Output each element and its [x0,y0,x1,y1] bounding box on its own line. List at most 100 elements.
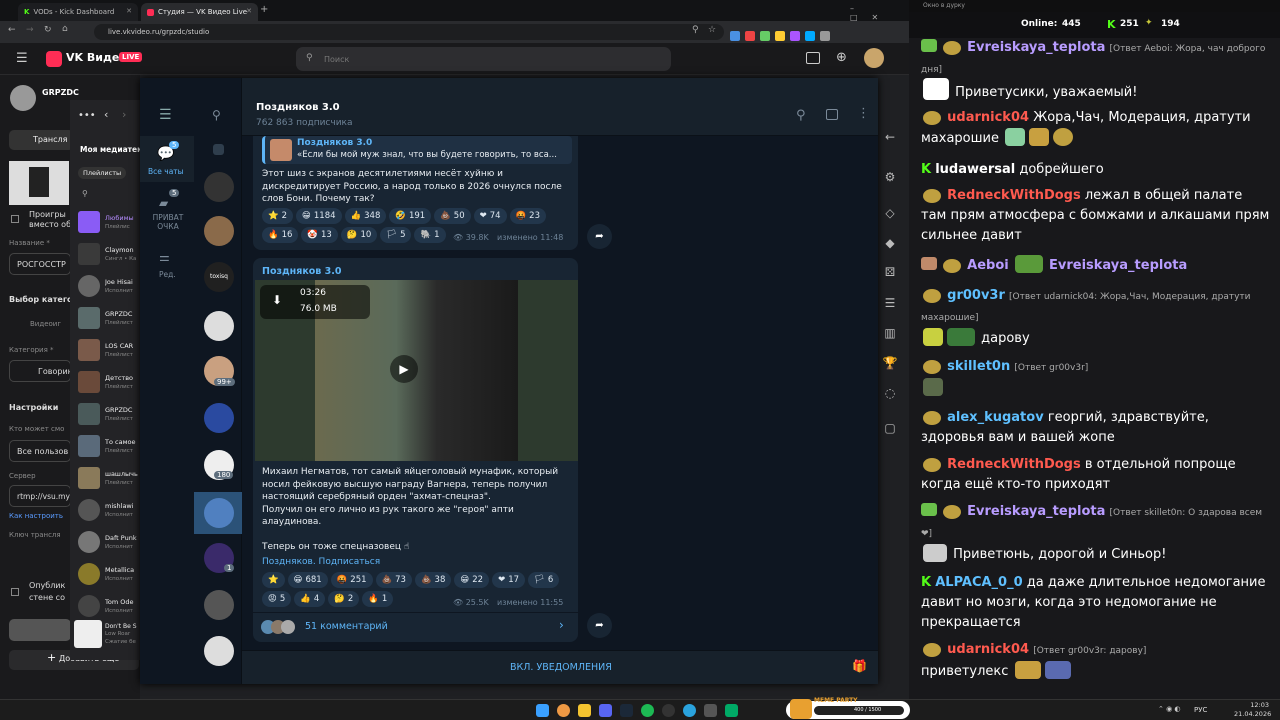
clock-date[interactable]: 21.04.2026 [1234,710,1271,718]
subscribe-link[interactable]: Поздняков. Подписаться [262,557,380,567]
now-playing[interactable]: Don't Be S Low Roar Сжатие бе [74,620,148,656]
reaction-chip[interactable]: 😁 681 [287,572,328,588]
spotify-icon[interactable] [641,704,654,717]
reaction-chip[interactable]: ⭐ [262,572,285,588]
reaction-chip[interactable]: 👍 4 [294,591,326,607]
reaction-chip[interactable]: 🤔 10 [340,227,378,243]
telegram-icon[interactable] [683,704,696,717]
reaction-chip[interactable]: 😡 5 [262,591,292,607]
archive-icon[interactable] [213,144,224,155]
forward-icon[interactable]: → [26,25,34,35]
list-item[interactable]: Joe Hisai Исполнит [78,275,148,303]
obs-icon[interactable] [662,704,675,717]
back-icon[interactable]: ‹ [104,108,108,121]
trophy-icon[interactable]: 🏆 [875,356,905,376]
reaction-chip[interactable]: 💩 73 [375,572,412,588]
list-item[interactable]: Детство Плейлист [78,371,148,399]
home-icon[interactable]: ⌂ [62,24,68,34]
name-field[interactable]: РОСГОССТР [9,253,71,275]
reaction-chip[interactable]: 💩 38 [414,572,452,588]
gem-icon[interactable]: ◆ [875,236,905,256]
avatar[interactable] [864,48,884,68]
reaction-chip[interactable]: ⭐ 2 [262,208,294,224]
channel-title[interactable]: Поздняков 3.0 [256,102,340,113]
list-item[interactable]: LOS CAR Плейлист [78,339,148,367]
comments-button[interactable]: 51 комментарий › [253,614,578,640]
chat-avatar[interactable] [204,590,234,620]
clock-time[interactable]: 12:03 [1243,701,1269,709]
diamond-icon[interactable]: ◇ [875,206,905,226]
close-icon[interactable]: ✕ [126,7,132,15]
reaction-chip[interactable]: ❤ 74 [473,208,507,224]
reaction-chip[interactable]: 🤔 2 [328,591,360,607]
gift-icon[interactable]: 🎁 [852,659,867,673]
chat-avatar[interactable] [204,172,234,202]
reaction-chip[interactable]: 👍 348 [344,208,387,224]
list-item[interactable]: То самое Плейлист [78,435,148,463]
reaction-chip[interactable]: 🔥 1 [362,591,394,607]
chat-avatar[interactable] [204,311,234,341]
reaction-chip[interactable]: 🤬 251 [330,572,373,588]
share-button[interactable]: ➦ [587,613,612,638]
chart-icon[interactable]: ▥ [875,326,905,346]
zoom-icon[interactable]: ⚲ [692,25,699,35]
video-preview[interactable]: ▶ ⬇ 03:26 76.0 MB [255,280,578,461]
forwarded-quote[interactable]: Поздняков 3.0 «Если бы мой муж знал, что… [262,136,572,164]
start-button[interactable] [9,619,71,641]
chat-selected[interactable] [194,492,242,534]
translate-tab[interactable]: Трансля [9,130,74,150]
list-item[interactable]: шашлычь Плейлист [78,467,148,495]
more-icon[interactable]: ••• [78,110,96,121]
reaction-chip[interactable]: 🤣 191 [389,208,432,224]
app-icon[interactable] [725,704,738,717]
reaction-chip[interactable]: 😁 22 [454,572,490,588]
list-item[interactable]: GRPZDC Плейлист [78,307,148,335]
reaction-chip[interactable]: 😁 1184 [296,208,342,224]
link-icon[interactable]: ▢ [875,421,905,441]
start-icon[interactable] [536,704,549,717]
menu-icon[interactable]: ☰ [159,107,172,123]
reaction-chip[interactable]: ❤ 17 [492,572,526,588]
reaction-chip[interactable]: 🔥 16 [262,227,299,243]
new-tab-button[interactable]: + [260,4,268,15]
share-button[interactable]: ➦ [587,224,612,249]
filter-playlists[interactable]: Плейлисты [78,167,127,179]
list-item[interactable]: Metallica Исполнит [78,563,148,591]
meme-party-widget[interactable]: MEME PARTY 400 / 1500 [786,697,910,719]
folder-icon[interactable] [578,704,591,717]
steam-icon[interactable] [620,704,633,717]
window-controls[interactable]: –□✕ [850,4,909,22]
reaction-chip[interactable]: 🤬 23 [509,208,546,224]
tray-icons[interactable]: ⌃ ◉ ◐ [1158,705,1181,713]
bookmark-star-icon[interactable]: ☆ [708,25,716,35]
tab-kick-dashboard[interactable]: K VODs - Kick Dashboard ✕ [18,3,138,21]
folder-all-chats[interactable]: 💬 5 Все чаты [140,136,194,182]
reaction-chip[interactable]: 🏳 6 [528,572,560,588]
close-icon[interactable]: ✕ [246,7,252,15]
folder-edit[interactable]: ⚌ Ред. [140,250,194,284]
chat-avatar[interactable] [204,216,234,246]
privacy-select[interactable]: Все пользов [9,440,71,462]
chat-avatar[interactable]: toxisq [204,262,234,292]
tab-vk-studio[interactable]: Студия — VK Видео Live ✕ [141,3,258,21]
list-item[interactable]: Claymon Сингл • Ка [78,243,148,271]
list-icon[interactable]: ☰ [875,296,905,316]
channel-avatar[interactable] [10,85,36,111]
chat-avatar[interactable] [204,636,234,666]
language-indicator[interactable]: РУС [1194,706,1207,714]
reaction-chip[interactable]: 🤡 13 [301,227,338,243]
app-icon[interactable] [704,704,717,717]
category-field[interactable]: Говорин [9,360,73,382]
dice-icon[interactable]: ⚄ [875,265,905,285]
list-item[interactable]: Daft Punk Исполнит [78,531,148,559]
list-item[interactable]: mishlawi Исполнит [78,499,148,527]
sidebar-toggle-icon[interactable] [826,109,838,120]
checkbox[interactable] [11,215,19,223]
list-item[interactable]: GRPZDC Плейлист [78,403,148,431]
list-item[interactable]: Любимы Плейлис [78,211,148,239]
chat-icon[interactable]: ◌ [875,386,905,406]
reaction-chip[interactable]: 💩 50 [434,208,471,224]
notifications-button[interactable]: ВКЛ. УВЕДОМЛЕНИЯ [510,662,612,673]
add-icon[interactable]: ⊕ [836,50,847,65]
menu-icon[interactable]: ☰ [16,51,28,66]
